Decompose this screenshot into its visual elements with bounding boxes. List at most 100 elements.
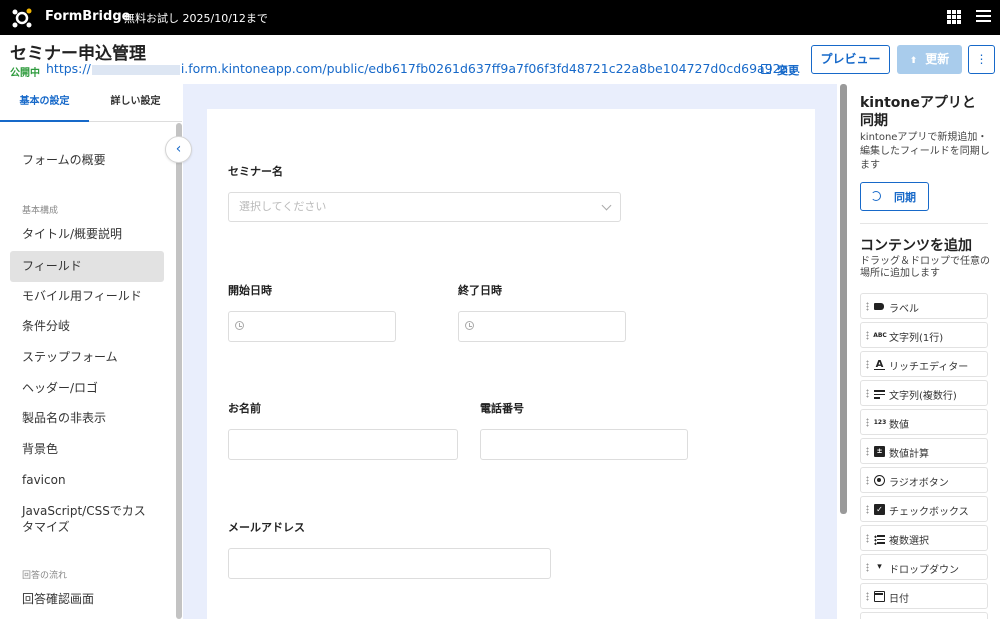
component-label-text: ドロップダウン — [889, 565, 959, 576]
form-preview-card — [207, 109, 815, 619]
sidebar-item-conditions[interactable]: 条件分岐 — [10, 311, 164, 342]
sync-section-description: kintoneアプリで新規追加・編集したフィールドを同期します — [860, 132, 990, 171]
drag-handle-icon — [866, 476, 869, 485]
sidebar-item-customize[interactable]: JavaScript/CSSでカスタマイズ — [10, 503, 150, 537]
external-link-icon[interactable] — [761, 64, 771, 74]
field-label-email: メールアドレス — [228, 521, 305, 534]
component-radio[interactable]: ラジオボタン — [860, 467, 988, 493]
public-url-link[interactable]: https:// i.form.kintoneapp.com/public/edb… — [46, 61, 801, 76]
sidebar-item-background[interactable]: 背景色 — [10, 434, 164, 465]
radio-icon — [874, 475, 885, 486]
component-number[interactable]: 123 数値 — [860, 409, 988, 435]
update-label: 更新 — [925, 52, 950, 66]
drag-handle-icon — [866, 389, 869, 398]
more-options-button[interactable]: ⋮ — [968, 45, 995, 74]
url-prefix: https:// — [46, 61, 91, 76]
drag-handle-icon — [866, 447, 869, 456]
top-bar: FormBridge 無料お試し 2025/10/12まで — [0, 0, 1000, 35]
sync-section-title: kintoneアプリと同期 — [860, 95, 976, 129]
component-rich-editor[interactable]: A リッチエディター — [860, 351, 988, 377]
name-input[interactable] — [228, 429, 458, 460]
calc-icon: ± — [874, 446, 885, 457]
component-multi-select[interactable]: 複数選択 — [860, 525, 988, 551]
sidebar-item-header-logo[interactable]: ヘッダー/ロゴ — [10, 373, 164, 404]
field-label-name: お名前 — [228, 402, 261, 415]
sidebar-scrollbar[interactable] — [176, 123, 182, 619]
component-dropdown[interactable]: ▾ ドロップダウン — [860, 554, 988, 580]
number-icon: 123 — [873, 419, 887, 426]
sidebar-item-fields[interactable]: フィールド — [10, 251, 164, 282]
canvas-scrollbar[interactable] — [840, 84, 847, 514]
component-label-text: ラベル — [889, 304, 919, 315]
sync-icon — [871, 191, 881, 201]
status-badge: 公開中 — [10, 68, 40, 79]
component-label-text: ラジオボタン — [889, 478, 949, 489]
component-label-text: リッチエディター — [889, 362, 969, 373]
drag-handle-icon — [866, 563, 869, 572]
field-label-seminar: セミナー名 — [228, 165, 283, 178]
clock-icon — [465, 321, 474, 330]
component-label-text: 文字列(1行) — [889, 333, 944, 344]
dropdown-icon: ▾ — [877, 562, 882, 572]
sidebar-item-mobile-fields[interactable]: モバイル用フィールド — [10, 281, 164, 312]
field-label-start: 開始日時 — [228, 284, 272, 297]
component-label-text: 複数選択 — [889, 536, 929, 547]
label-icon — [874, 303, 884, 310]
formbridge-logo-icon — [12, 8, 32, 28]
end-datetime-input[interactable] — [458, 311, 626, 342]
drag-handle-icon — [866, 592, 869, 601]
text-single-icon: ABC — [873, 332, 887, 339]
component-text-single[interactable]: ABC 文字列(1行) — [860, 322, 988, 348]
start-datetime-input[interactable] — [228, 311, 396, 342]
brand-name: FormBridge — [45, 9, 131, 24]
tab-detailed-settings[interactable]: 詳しい設定 — [89, 84, 182, 122]
component-text-multi[interactable]: 文字列(複数行) — [860, 380, 988, 406]
url-redacted-segment — [91, 64, 180, 75]
preview-button[interactable]: プレビュー — [811, 45, 890, 74]
drag-handle-icon — [866, 418, 869, 427]
drag-handle-icon — [866, 331, 869, 340]
component-label-text: チェックボックス — [889, 507, 969, 518]
clock-icon — [235, 321, 244, 330]
component-calc[interactable]: ± 数値計算 — [860, 438, 988, 464]
drag-handle-icon — [866, 360, 869, 369]
component-date[interactable]: 日付 — [860, 583, 988, 609]
section-heading-flow: 回答の流れ — [22, 571, 68, 581]
sidebar-item-hide-product[interactable]: 製品名の非表示 — [10, 403, 164, 434]
sidebar-item-overview[interactable]: フォームの概要 — [10, 145, 164, 176]
component-checkbox[interactable]: ✓ チェックボックス — [860, 496, 988, 522]
text-multi-icon — [874, 390, 885, 401]
collapse-sidebar-button[interactable]: ‹ — [165, 136, 192, 163]
sidebar-item-favicon[interactable]: favicon — [10, 465, 164, 496]
sync-button-label: 同期 — [894, 191, 916, 204]
sidebar-item-title[interactable]: タイトル/概要説明 — [10, 219, 164, 250]
component-next-partial[interactable] — [860, 612, 988, 619]
hamburger-menu-icon[interactable] — [976, 10, 991, 23]
drag-handle-icon — [866, 505, 869, 514]
sync-button[interactable]: 同期 — [860, 182, 929, 211]
component-label[interactable]: ラベル — [860, 293, 988, 319]
change-url-link[interactable]: 変更 — [777, 62, 799, 78]
checkbox-icon: ✓ — [874, 504, 885, 515]
upload-icon: ⬆ — [909, 56, 918, 66]
email-input[interactable] — [228, 548, 551, 579]
field-label-phone: 電話番号 — [480, 402, 524, 415]
apps-grid-icon[interactable] — [947, 10, 961, 24]
multi-select-icon — [874, 535, 885, 546]
component-label-text: 数値 — [889, 420, 909, 431]
update-button[interactable]: ⬆ 更新 — [897, 45, 962, 74]
drag-handle-icon — [866, 534, 869, 543]
drag-handle-icon — [866, 302, 869, 311]
phone-input[interactable] — [480, 429, 688, 460]
add-content-title: コンテンツを追加 — [860, 238, 972, 254]
trial-notice: 無料お試し 2025/10/12まで — [124, 12, 268, 25]
url-suffix: i.form.kintoneapp.com/public/edb617fb026… — [180, 61, 801, 76]
sidebar-item-confirm-screen[interactable]: 回答確認画面 — [10, 584, 164, 615]
component-label-text: 数値計算 — [889, 449, 929, 460]
component-label-text: 文字列(複数行) — [889, 391, 957, 402]
calendar-icon — [874, 591, 885, 602]
tab-basic-settings[interactable]: 基本の設定 — [0, 84, 89, 122]
seminar-select[interactable]: 選択してください — [228, 192, 621, 222]
sidebar-item-step-form[interactable]: ステップフォーム — [10, 342, 164, 373]
add-content-description: ドラッグ＆ドロップで任意の場所に追加します — [860, 256, 990, 279]
